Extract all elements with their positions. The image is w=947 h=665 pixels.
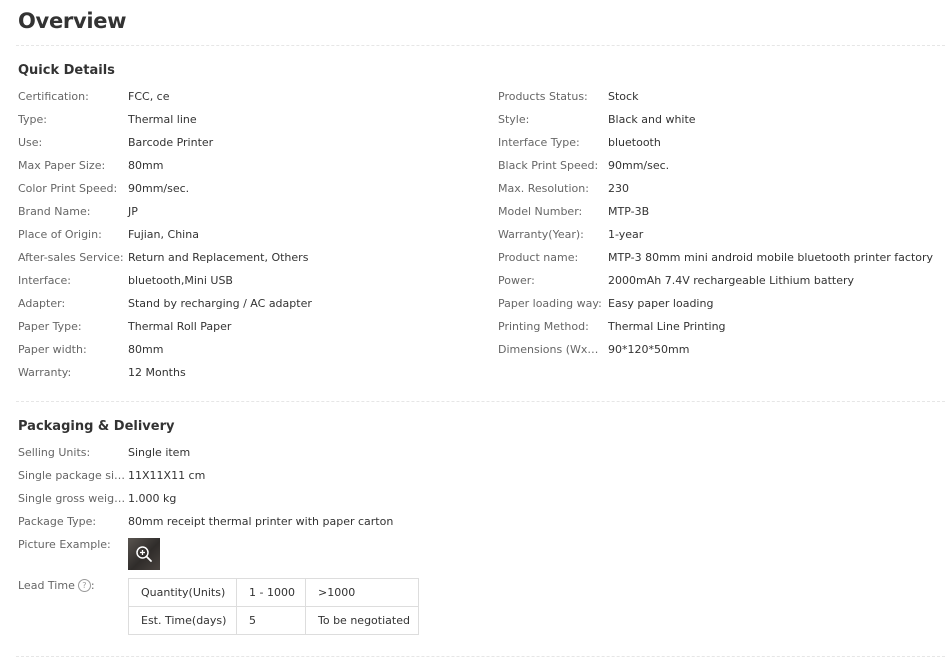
detail-value: Fujian, China — [128, 228, 199, 241]
detail-label: Package Type: — [18, 515, 97, 528]
table-cell: Est. Time(days) — [128, 606, 237, 635]
detail-label: Paper Type: — [18, 320, 82, 333]
detail-label: After-sales Service: — [18, 251, 124, 264]
detail-value: Barcode Printer — [128, 136, 214, 149]
detail-label: Selling Units: — [18, 446, 91, 459]
page-title: Overview — [18, 9, 127, 33]
lead-time-text: Lead Time — [18, 579, 75, 592]
table-cell: >1000 — [305, 578, 419, 607]
packaging-delivery-heading: Packaging & Delivery — [18, 419, 175, 434]
detail-value: 90mm/sec. — [608, 159, 670, 172]
table-cell: 1 - 1000 — [236, 578, 306, 607]
detail-value: Easy paper loading — [608, 297, 714, 310]
detail-value: 1.000 kg — [128, 492, 177, 505]
detail-value: JP — [128, 205, 138, 218]
table-row: Quantity(Units) 1 - 1000 >1000 — [128, 578, 419, 607]
quick-details-heading: Quick Details — [18, 63, 115, 78]
detail-label: Brand Name: — [18, 205, 91, 218]
detail-value: Stand by recharging / AC adapter — [128, 297, 312, 310]
detail-value: Thermal line — [128, 113, 197, 126]
detail-value: 80mm — [128, 159, 164, 172]
detail-label: Max Paper Size: — [18, 159, 106, 172]
detail-label: Paper loading way: — [498, 297, 602, 310]
detail-label: Type: — [18, 113, 47, 126]
table-cell: Quantity(Units) — [128, 578, 237, 607]
detail-label: Dimensions (WxDx... — [498, 343, 606, 356]
detail-label: Single package size: — [18, 469, 126, 482]
detail-label: Certification: — [18, 90, 89, 103]
table-cell: To be negotiated — [305, 606, 419, 635]
lead-time-table: Quantity(Units) 1 - 1000 >1000 Est. Time… — [128, 578, 419, 635]
detail-label: Printing Method: — [498, 320, 589, 333]
detail-value: 80mm receipt thermal printer with paper … — [128, 515, 394, 528]
detail-label: Adapter: — [18, 297, 66, 310]
product-overview-page: Overview Quick Details Certification: FCC… — [0, 0, 947, 665]
detail-value: MTP-3B — [608, 205, 650, 218]
detail-label: Warranty: — [18, 366, 72, 379]
detail-label: Single gross weight: — [18, 492, 126, 505]
detail-label: Product name: — [498, 251, 579, 264]
table-row: Est. Time(days) 5 To be negotiated — [128, 606, 419, 635]
detail-value: Stock — [608, 90, 639, 103]
table-cell: 5 — [236, 606, 306, 635]
detail-value: 230 — [608, 182, 629, 195]
detail-value: 80mm — [128, 343, 164, 356]
detail-label: Use: — [18, 136, 43, 149]
detail-value: bluetooth — [608, 136, 661, 149]
detail-label: Products Status: — [498, 90, 588, 103]
detail-value: 90*120*50mm — [608, 343, 690, 356]
detail-label: Color Print Speed: — [18, 182, 118, 195]
detail-value: Black and white — [608, 113, 696, 126]
detail-value: 1-year — [608, 228, 644, 241]
detail-value: 90mm/sec. — [128, 182, 190, 195]
detail-label: Warranty(Year): — [498, 228, 584, 241]
picture-example-thumbnail[interactable] — [128, 538, 160, 570]
detail-value: FCC, ce — [128, 90, 170, 103]
detail-label: Place of Origin: — [18, 228, 102, 241]
detail-value: bluetooth,Mini USB — [128, 274, 233, 287]
help-icon[interactable]: ? — [77, 578, 91, 592]
detail-value: Single item — [128, 446, 191, 459]
detail-value: Thermal Line Printing — [608, 320, 726, 333]
detail-label: Interface: — [18, 274, 71, 287]
detail-label: Black Print Speed: — [498, 159, 599, 172]
lead-time-label: Lead Time?: — [18, 578, 95, 592]
detail-value: 12 Months — [128, 366, 186, 379]
detail-value: 2000mAh 7.4V rechargeable Lithium batter… — [608, 274, 855, 287]
detail-label: Model Number: — [498, 205, 583, 218]
detail-label: Paper width: — [18, 343, 87, 356]
detail-label: Max. Resolution: — [498, 182, 589, 195]
bottom-divider — [16, 656, 945, 657]
detail-value: MTP-3 80mm mini android mobile bluetooth… — [608, 251, 934, 264]
detail-value: Thermal Roll Paper — [128, 320, 232, 333]
zoom-icon — [136, 546, 152, 562]
picture-example-label: Picture Example: — [18, 538, 111, 551]
title-divider — [16, 45, 945, 46]
detail-value: Return and Replacement, Others — [128, 251, 309, 264]
detail-label: Interface Type: — [498, 136, 580, 149]
detail-label: Style: — [498, 113, 530, 126]
detail-label: Power: — [498, 274, 535, 287]
section-divider — [16, 401, 945, 402]
detail-value: 11X11X11 cm — [128, 469, 206, 482]
